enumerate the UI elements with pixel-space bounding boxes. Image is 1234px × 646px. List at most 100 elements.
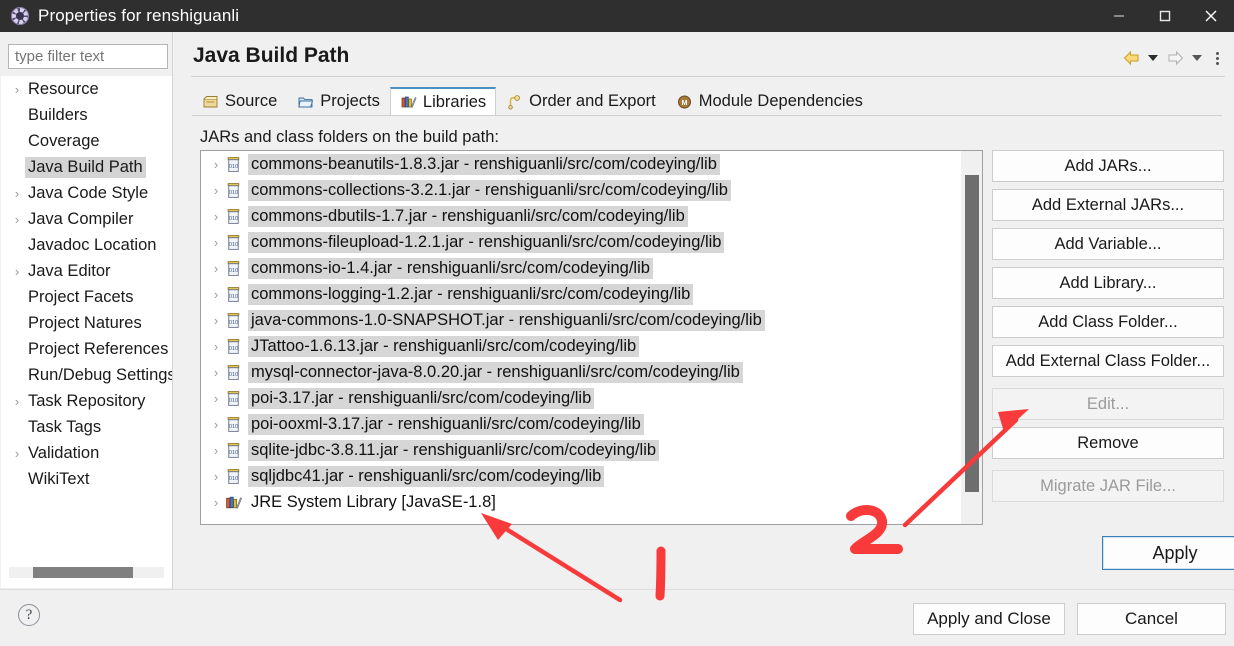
- chevron-right-icon[interactable]: ›: [207, 391, 225, 406]
- build-path-entry-label: java-commons-1.0-SNAPSHOT.jar - renshigu…: [248, 309, 765, 331]
- sidebar-item-java-compiler[interactable]: › Java Compiler: [1, 206, 172, 232]
- chevron-right-icon[interactable]: ›: [207, 235, 225, 250]
- cancel-button[interactable]: Cancel: [1077, 603, 1226, 635]
- build-path-entry[interactable]: › 010 commons-fileupload-1.2.1.jar - rensh…: [201, 229, 982, 255]
- sidebar-hscroll-thumb[interactable]: [33, 567, 133, 578]
- sidebar-item-javadoc-location[interactable]: Javadoc Location: [1, 232, 172, 258]
- build-path-list[interactable]: › 010 commons-beanutils-1.8.3.jar - renshi…: [200, 150, 983, 525]
- add-library-button[interactable]: Add Library...: [992, 267, 1224, 299]
- tab-projects[interactable]: Projects: [287, 87, 390, 116]
- list-vertical-scrollbar[interactable]: [961, 151, 982, 524]
- sidebar-item-java-editor[interactable]: › Java Editor: [1, 258, 172, 284]
- chevron-right-icon[interactable]: ›: [9, 186, 25, 201]
- sidebar-item-coverage[interactable]: Coverage: [1, 128, 172, 154]
- settings-tree[interactable]: › Resource Builders Coverage Java Build Path…: [1, 76, 172, 542]
- tab-module-dependencies[interactable]: M Module Dependencies: [665, 87, 873, 116]
- build-path-entry[interactable]: › 010 poi-ooxml-3.17.jar - renshiguanli/sr…: [201, 411, 982, 437]
- sidebar-item-wikitext[interactable]: WikiText: [1, 466, 172, 492]
- chevron-right-icon[interactable]: ›: [207, 339, 225, 354]
- chevron-right-icon[interactable]: ›: [207, 157, 225, 172]
- svg-text:010: 010: [229, 216, 238, 222]
- add-class-folder-button[interactable]: Add Class Folder...: [992, 306, 1224, 338]
- back-history-chevron-down-icon[interactable]: [1144, 46, 1162, 70]
- build-path-tabs: Source Projects Libraries Order and Export M…: [192, 86, 1222, 116]
- jar-icon: 010: [225, 234, 248, 251]
- build-path-entry[interactable]: › 010 java-commons-1.0-SNAPSHOT.jar - rens…: [201, 307, 982, 333]
- jar-icon: 010: [225, 286, 248, 303]
- chevron-right-icon[interactable]: ›: [9, 212, 25, 227]
- migrate-jar-file-button: Migrate JAR File...: [992, 470, 1224, 502]
- build-path-entry[interactable]: › 010 commons-beanutils-1.8.3.jar - renshi…: [201, 151, 982, 177]
- build-path-entry[interactable]: › 010 poi-3.17.jar - renshiguanli/src/com/…: [201, 385, 982, 411]
- build-path-entry[interactable]: › 010 sqlite-jdbc-3.8.11.jar - renshiguanl…: [201, 437, 982, 463]
- tab-libraries[interactable]: Libraries: [389, 87, 497, 116]
- sidebar-item-java-code-style[interactable]: › Java Code Style: [1, 180, 172, 206]
- build-path-entry[interactable]: › 010 sqljdbc41.jar - renshiguanli/src/com…: [201, 463, 982, 489]
- sidebar-item-label: Validation: [28, 443, 100, 462]
- maximize-button[interactable]: [1142, 0, 1188, 32]
- forward-history-chevron-down-icon[interactable]: [1188, 46, 1206, 70]
- tab-source[interactable]: Source: [192, 87, 288, 116]
- forward-arrow-icon[interactable]: [1162, 46, 1188, 70]
- build-path-entry[interactable]: › 010 JTattoo-1.6.13.jar - renshiguanli/sr…: [201, 333, 982, 359]
- svg-text:M: M: [681, 100, 687, 107]
- list-vscroll-thumb[interactable]: [965, 175, 979, 492]
- build-path-entry[interactable]: › 010 commons-io-1.4.jar - renshiguanli/sr…: [201, 255, 982, 281]
- sidebar-item-project-facets[interactable]: Project Facets: [1, 284, 172, 310]
- apply-and-close-button[interactable]: Apply and Close: [913, 603, 1065, 635]
- svg-text:010: 010: [229, 476, 238, 482]
- view-menu-icon[interactable]: [1210, 46, 1224, 70]
- sidebar-item-builders[interactable]: Builders: [1, 102, 172, 128]
- sidebar-horizontal-scrollbar[interactable]: [9, 567, 164, 578]
- chevron-right-icon[interactable]: ›: [207, 261, 225, 276]
- chevron-right-icon[interactable]: ›: [9, 82, 25, 97]
- sidebar-item-task-repository[interactable]: › Task Repository: [1, 388, 172, 414]
- add-variable-button[interactable]: Add Variable...: [992, 228, 1224, 260]
- back-arrow-icon[interactable]: [1118, 46, 1144, 70]
- help-icon[interactable]: ?: [18, 604, 40, 626]
- chevron-right-icon[interactable]: ›: [207, 495, 225, 510]
- add-external-class-folder-button[interactable]: Add External Class Folder...: [992, 345, 1224, 377]
- sidebar-item-resource[interactable]: › Resource: [1, 76, 172, 102]
- add-jars-button[interactable]: Add JARs...: [992, 150, 1224, 182]
- jar-icon: 010: [225, 364, 248, 381]
- sidebar-item-java-build-path[interactable]: Java Build Path: [1, 154, 172, 180]
- build-path-entry[interactable]: › JRE System Library [JavaSE-1.8]: [201, 489, 982, 515]
- sidebar-scroll-area: [1, 542, 172, 588]
- filter-input[interactable]: [8, 44, 168, 69]
- remove-button[interactable]: Remove: [992, 427, 1224, 459]
- tab-label: Module Dependencies: [698, 92, 863, 110]
- tab-order-and-export[interactable]: Order and Export: [496, 87, 666, 116]
- sidebar-item-label: Project Natures: [28, 313, 142, 332]
- build-path-entry[interactable]: › 010 commons-dbutils-1.7.jar - renshiguan…: [201, 203, 982, 229]
- build-path-entry[interactable]: › 010 commons-logging-1.2.jar - renshiguan…: [201, 281, 982, 307]
- chevron-right-icon[interactable]: ›: [207, 469, 225, 484]
- sidebar-item-label: Project Facets: [28, 287, 134, 306]
- chevron-right-icon[interactable]: ›: [207, 365, 225, 380]
- minimize-button[interactable]: [1096, 0, 1142, 32]
- chevron-right-icon[interactable]: ›: [9, 394, 25, 409]
- sidebar-item-task-tags[interactable]: Task Tags: [1, 414, 172, 440]
- jar-icon: 010: [225, 416, 248, 433]
- add-external-jars-button[interactable]: Add External JARs...: [992, 189, 1224, 221]
- chevron-right-icon[interactable]: ›: [207, 287, 225, 302]
- chevron-right-icon[interactable]: ›: [207, 209, 225, 224]
- properties-gear-icon: [11, 7, 29, 25]
- tab-label: Libraries: [422, 92, 487, 111]
- chevron-right-icon[interactable]: ›: [207, 417, 225, 432]
- apply-button[interactable]: Apply: [1102, 536, 1234, 570]
- chevron-right-icon[interactable]: ›: [9, 446, 25, 461]
- chevron-right-icon[interactable]: ›: [207, 313, 225, 328]
- chevron-right-icon[interactable]: ›: [207, 183, 225, 198]
- sidebar-item-validation[interactable]: › Validation: [1, 440, 172, 466]
- close-button[interactable]: [1188, 0, 1234, 32]
- sidebar-item-project-natures[interactable]: Project Natures: [1, 310, 172, 336]
- build-path-entry[interactable]: › 010 commons-collections-3.2.1.jar - rens…: [201, 177, 982, 203]
- svg-text:010: 010: [229, 294, 238, 300]
- sidebar-item-label: Task Tags: [28, 417, 102, 436]
- sidebar-item-run-debug-settings[interactable]: Run/Debug Settings: [1, 362, 172, 388]
- sidebar-item-project-references[interactable]: Project References: [1, 336, 172, 362]
- chevron-right-icon[interactable]: ›: [207, 443, 225, 458]
- build-path-entry[interactable]: › 010 mysql-connector-java-8.0.20.jar - re…: [201, 359, 982, 385]
- chevron-right-icon[interactable]: ›: [9, 264, 25, 279]
